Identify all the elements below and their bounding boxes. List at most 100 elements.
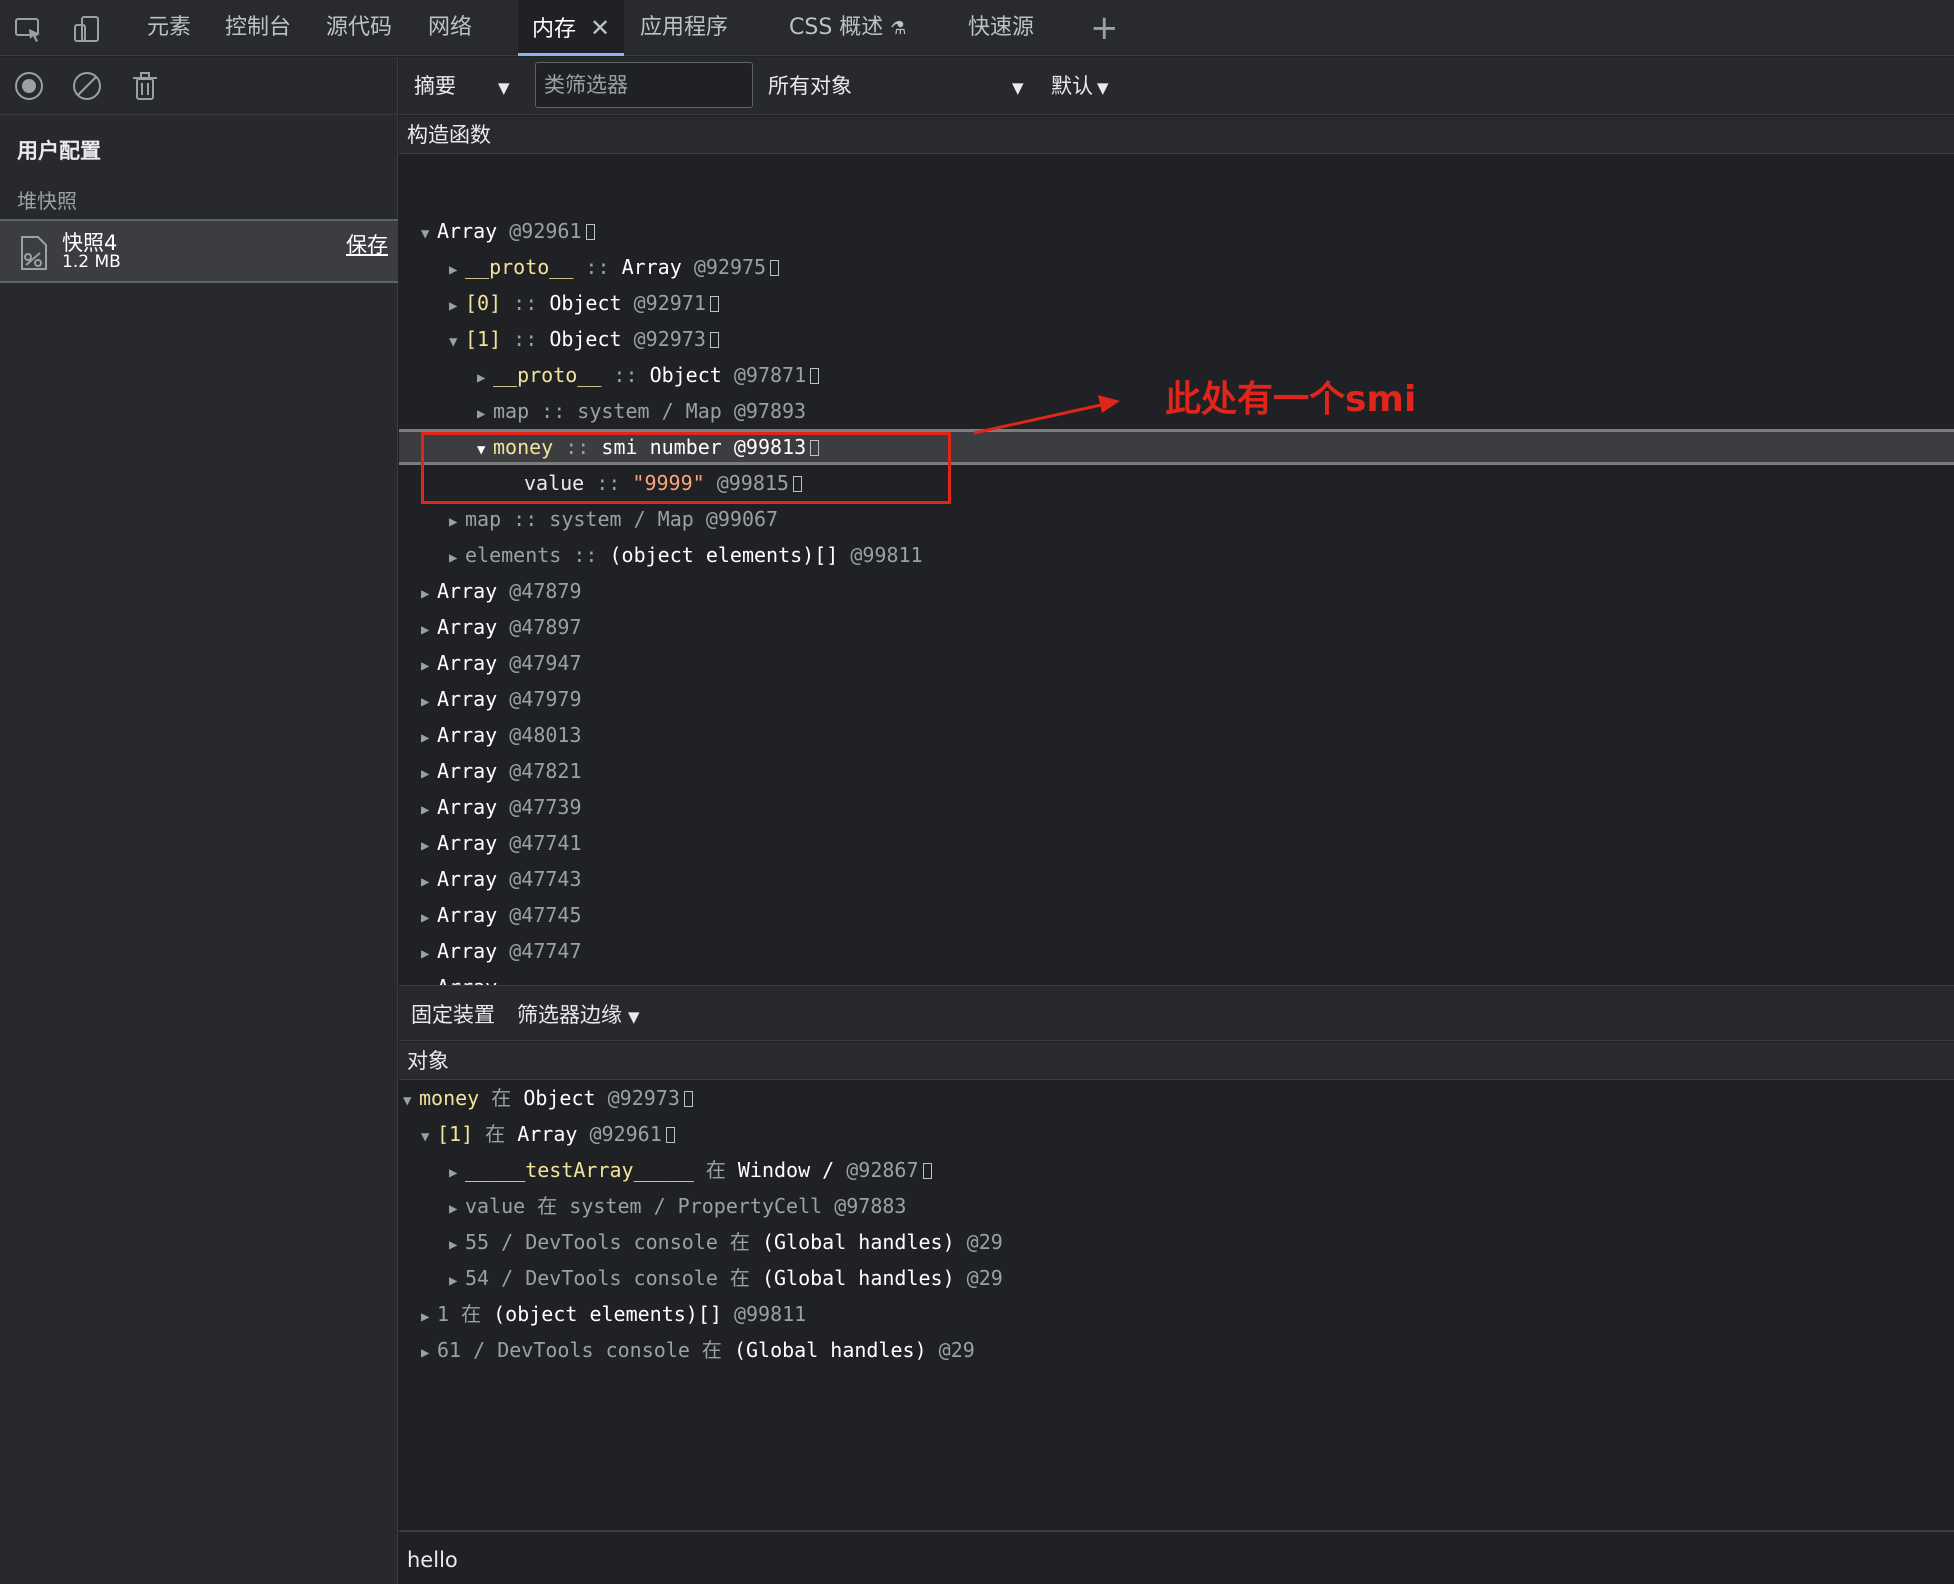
collapsed-arrow-icon[interactable]: ▶ — [449, 1227, 465, 1263]
node-id: @29 — [966, 1266, 1003, 1290]
node-name: [1] — [465, 327, 502, 351]
retainer-row[interactable]: ▼ money 在 Object @92973 — [403, 1080, 693, 1116]
tab-memory[interactable]: 内存 ✕ — [518, 0, 625, 56]
collapsed-arrow-icon[interactable]: ▶ — [449, 288, 465, 324]
snapshot-item[interactable]: 快照4 1.2 MB 保存 — [0, 219, 398, 283]
node-id: @97871 — [733, 363, 807, 387]
trash-icon[interactable] — [128, 69, 162, 103]
collapsed-arrow-icon[interactable]: ▶ — [421, 612, 437, 648]
node-id: @47979 — [509, 687, 582, 711]
filter-edges-select[interactable]: 筛选器边缘 ▼ — [517, 986, 640, 1044]
reveal-icon[interactable] — [709, 296, 719, 312]
reveal-icon[interactable] — [770, 260, 780, 276]
tree-row-array[interactable]: ▶ Array @47747 — [421, 933, 582, 969]
view-select[interactable]: 摘要 ▼ — [414, 57, 510, 115]
class-filter-input[interactable]: 类筛选器 — [535, 62, 753, 108]
clear-icon[interactable] — [70, 69, 104, 103]
collapsed-arrow-icon[interactable]: ▶ — [449, 1155, 465, 1191]
collapsed-arrow-icon[interactable]: ▶ — [421, 936, 437, 972]
collapsed-arrow-icon[interactable]: ▶ — [449, 1263, 465, 1299]
collapsed-arrow-icon[interactable]: ▶ — [421, 684, 437, 720]
expanded-arrow-icon[interactable]: ▼ — [421, 216, 437, 252]
node-name: Array — [437, 687, 498, 711]
collapsed-arrow-icon[interactable]: ▶ — [421, 900, 437, 936]
reveal-icon[interactable] — [683, 1091, 693, 1107]
reveal-icon[interactable] — [709, 332, 719, 348]
tree-row-array[interactable]: ▶ Array @47821 — [421, 753, 582, 789]
collapsed-arrow-icon[interactable]: ▶ — [421, 828, 437, 864]
tab-elements[interactable]: 元素 — [147, 0, 191, 56]
tab-network[interactable]: 网络 — [428, 0, 472, 56]
tree-row-elements[interactable]: ▶ elements :: (object elements)[] @99811 — [449, 537, 923, 573]
objects-select[interactable]: 所有对象 ▼ — [768, 57, 1024, 115]
node-name: __proto__ — [493, 363, 602, 387]
collapsed-arrow-icon[interactable]: ▶ — [421, 648, 437, 684]
tab-console[interactable]: 控制台 — [225, 0, 291, 56]
close-icon[interactable]: ✕ — [590, 0, 610, 56]
add-tab-icon[interactable]: + — [1090, 0, 1119, 56]
inspect-element-icon[interactable] — [12, 12, 46, 46]
tree-row-array[interactable]: ▶ Array @48013 — [421, 717, 582, 753]
retainer-row[interactable]: ▶ 54 / DevTools console 在 (Global handles… — [449, 1260, 1003, 1296]
reveal-icon[interactable] — [810, 368, 820, 384]
retainers-label[interactable]: 固定装置 — [411, 986, 495, 1044]
tree-row-array-root[interactable]: ▼ Array @92961 — [421, 213, 595, 249]
collapsed-arrow-icon[interactable]: ▶ — [421, 1335, 437, 1371]
constructors-header[interactable]: 构造函数 — [399, 116, 1954, 154]
tab-css-overview[interactable]: CSS 概述 ⚗ — [789, 0, 906, 56]
node-sep: :: — [513, 327, 538, 351]
console-input[interactable]: hello — [407, 1540, 1937, 1580]
expanded-arrow-icon[interactable]: ▼ — [403, 1083, 419, 1119]
reveal-icon[interactable] — [922, 1163, 932, 1179]
expanded-arrow-icon[interactable]: ▼ — [449, 324, 465, 360]
collapsed-arrow-icon[interactable]: ▶ — [449, 540, 465, 576]
objects-header[interactable]: 对象 — [399, 1042, 1954, 1080]
tree-row-array[interactable]: ▶ Array @47745 — [421, 897, 582, 933]
tree-row-array[interactable]: ▶ Array @47879 — [421, 573, 582, 609]
collapsed-arrow-icon[interactable]: ▶ — [477, 396, 493, 432]
default-select[interactable]: 默认 ▼ — [1051, 57, 1109, 115]
tree-row-item0[interactable]: ▶ [0] :: Object @92971 — [449, 285, 719, 321]
node-id: @92971 — [633, 291, 706, 315]
retainer-row[interactable]: ▶ _____testArray_____ 在 Window / @92867 — [449, 1152, 932, 1188]
retainer-row[interactable]: ▼ [1] 在 Array @92961 — [421, 1116, 675, 1152]
tree-row-item1-proto[interactable]: ▶ __proto__ :: Object @97871 — [477, 357, 820, 396]
collapsed-arrow-icon[interactable]: ▶ — [421, 576, 437, 612]
reveal-icon[interactable] — [585, 224, 595, 240]
tree-row-array[interactable]: ▶ Array @47979 — [421, 681, 582, 717]
tree-row-array[interactable]: ▶ Array @47743 — [421, 861, 582, 897]
tab-quick-source[interactable]: 快速源 — [968, 0, 1034, 56]
tree-row-item1[interactable]: ▼ [1] :: Object @92973 — [449, 321, 719, 357]
collapsed-arrow-icon[interactable]: ▶ — [421, 756, 437, 792]
tree-row-array[interactable]: ▶ Array @47897 — [421, 609, 582, 645]
tab-sources[interactable]: 源代码 — [326, 0, 392, 56]
tree-row-item1-map[interactable]: ▶ map :: system / Map @97893 — [477, 393, 806, 429]
collapsed-arrow-icon[interactable]: ▶ — [421, 720, 437, 756]
tree-row-array[interactable]: ▶ Array @47741 — [421, 825, 582, 861]
reveal-icon[interactable] — [665, 1127, 675, 1143]
collapsed-arrow-icon[interactable]: ▶ — [449, 1191, 465, 1227]
flask-icon: ⚗ — [890, 18, 907, 39]
node-name: [0] — [465, 291, 502, 315]
node-in: 在 — [491, 1086, 512, 1110]
tree-row-proto[interactable]: ▶ __proto__ :: Array @92975 — [449, 249, 780, 288]
tree-row-array[interactable]: ▶ Array @47947 — [421, 645, 582, 681]
collapsed-arrow-icon[interactable]: ▶ — [449, 504, 465, 540]
retainer-row[interactable]: ▶ 55 / DevTools console 在 (Global handles… — [449, 1224, 1003, 1260]
collapsed-arrow-icon[interactable]: ▶ — [449, 252, 465, 288]
save-snapshot-link[interactable]: 保存 — [346, 229, 388, 259]
retainer-row[interactable]: ▶ 1 在 (object elements)[] @99811 — [421, 1296, 806, 1332]
tree-row-map2[interactable]: ▶ map :: system / Map @99067 — [449, 501, 778, 537]
annotation-arrow-icon — [973, 395, 1120, 435]
collapsed-arrow-icon[interactable]: ▶ — [421, 864, 437, 900]
collapsed-arrow-icon[interactable]: ▶ — [421, 1299, 437, 1335]
retainer-row[interactable]: ▶ 61 / DevTools console 在 (Global handles… — [421, 1332, 975, 1368]
expanded-arrow-icon[interactable]: ▼ — [421, 1119, 437, 1155]
tab-application[interactable]: 应用程序 — [640, 0, 728, 56]
record-icon[interactable] — [12, 69, 46, 103]
tree-row-array[interactable]: ▶ Array @47739 — [421, 789, 582, 825]
device-toolbar-icon[interactable] — [70, 12, 104, 46]
retainer-row[interactable]: ▶ value 在 system / PropertyCell @97883 — [449, 1188, 906, 1224]
collapsed-arrow-icon[interactable]: ▶ — [477, 360, 493, 396]
collapsed-arrow-icon[interactable]: ▶ — [421, 792, 437, 828]
